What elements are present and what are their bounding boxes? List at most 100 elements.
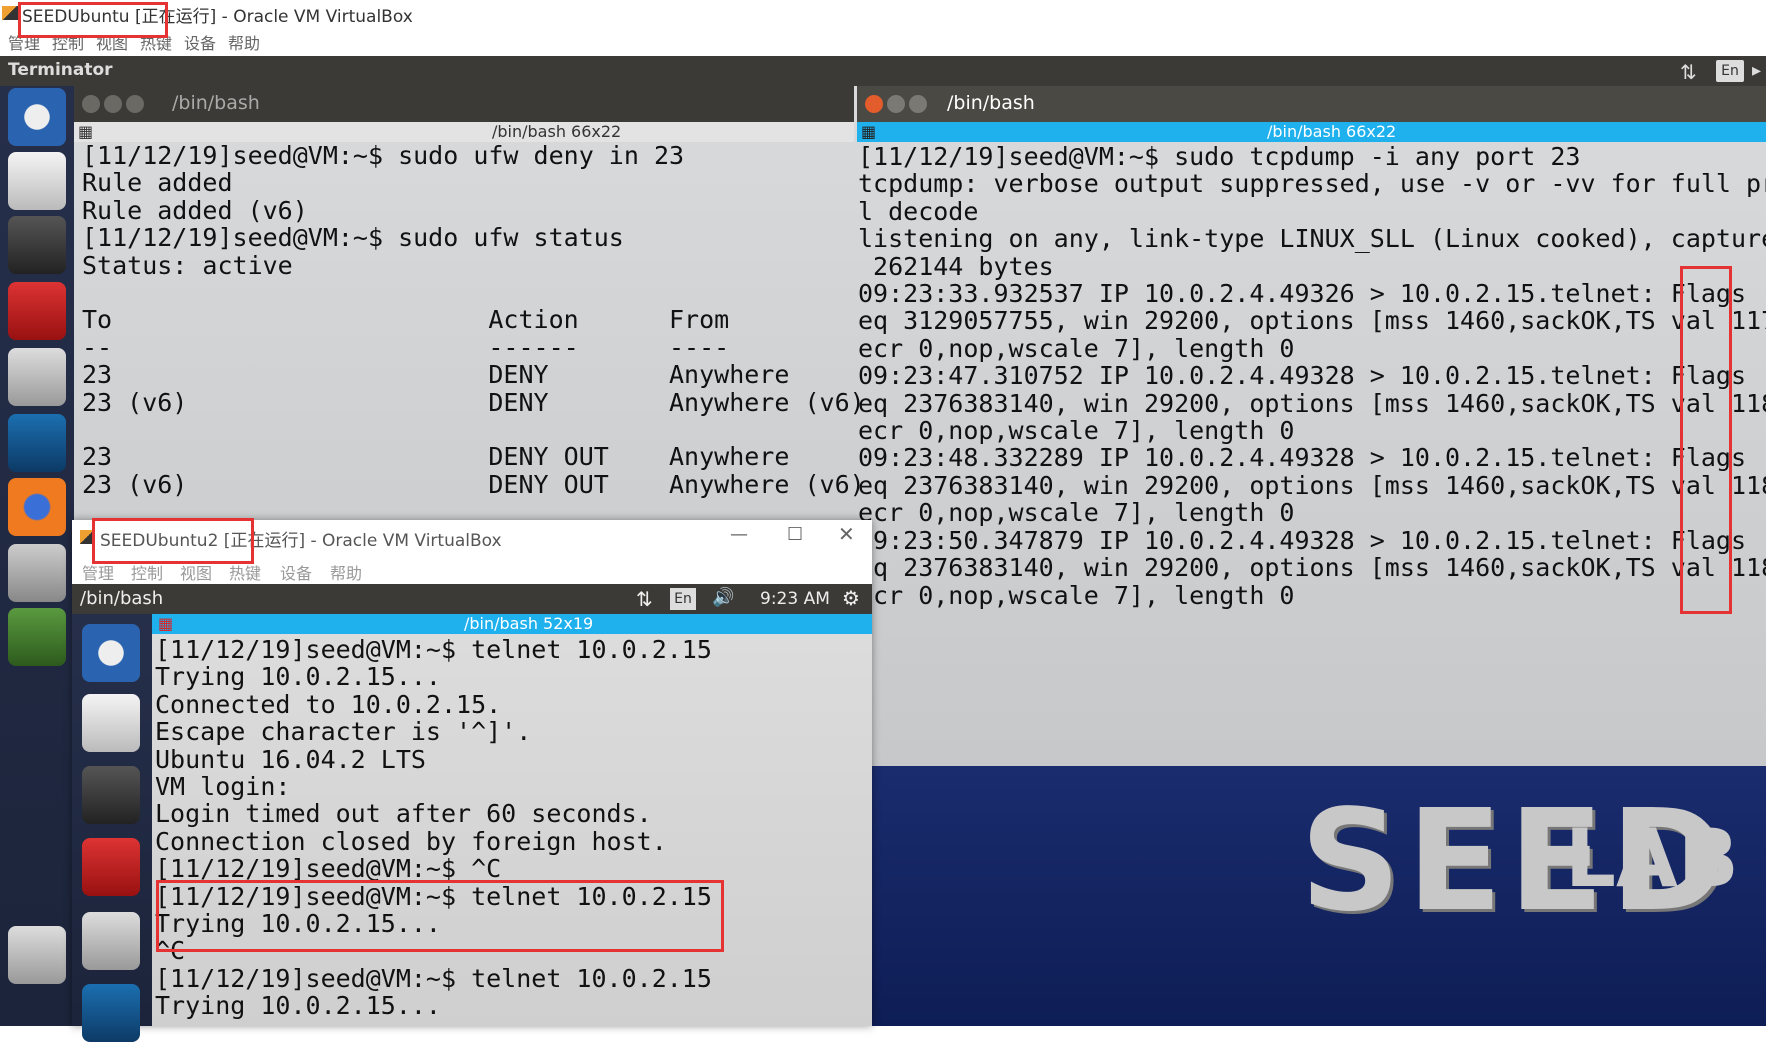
- clock[interactable]: 9:23 AM: [760, 589, 830, 609]
- text-editor-icon[interactable]: [82, 694, 140, 752]
- terminal-line: [11/12/19]seed@VM:~$ sudo tcpdump -i any…: [858, 142, 1581, 171]
- keyboard-layout-indicator[interactable]: En: [670, 588, 696, 610]
- terminal-line: ecr 0,nop,wscale 7], length 0: [858, 580, 1295, 610]
- unity-launcher: [0, 86, 74, 1026]
- gear-icon[interactable]: ⚙: [842, 586, 860, 610]
- left-terminal-tab-label: /bin/bash 66x22: [492, 122, 622, 141]
- terminal-line: tcpdump: verbose output suppressed, use …: [858, 169, 1766, 199]
- terminal-line: [11/12/19]seed@VM:~$ sudo ufw deny in 23: [82, 141, 685, 170]
- vm2-terminal-output[interactable]: [11/12/19]seed@VM:~$ telnet 10.0.2.15 Try…: [155, 636, 712, 1020]
- volume-icon[interactable]: 🔊: [712, 587, 734, 608]
- terminal-line: Trying 10.0.2.15...: [155, 991, 441, 1021]
- terminal-line: listening on any, link-type LINUX_SLL (L…: [858, 224, 1766, 254]
- close-icon[interactable]: [82, 95, 100, 113]
- trash-icon[interactable]: [8, 926, 66, 984]
- menu-devices[interactable]: 设备: [280, 560, 312, 584]
- terminal-line: [11/12/19]seed@VM:~$ telnet 10.0.2.15: [155, 635, 712, 664]
- left-terminal-title: /bin/bash: [172, 92, 260, 114]
- terminal-line: ecr 0,nop,wscale 7], length 0: [858, 333, 1295, 363]
- overflow-icon[interactable]: ▸: [1752, 60, 1761, 81]
- sublime-text-icon[interactable]: [8, 216, 66, 274]
- vm2-launcher: [72, 614, 152, 1042]
- right-terminal-tab[interactable]: ▦ /bin/bash 66x22: [857, 122, 1766, 142]
- terminal-line: ecr 0,nop,wscale 7], length 0: [858, 498, 1295, 528]
- terminal-line: -- ------ ----: [82, 332, 730, 362]
- sublime-text-icon[interactable]: [82, 766, 140, 824]
- ubuntu-dash-icon[interactable]: [8, 88, 66, 146]
- vm2-active-title: /bin/bash: [80, 588, 164, 609]
- terminal-line: Connected to 10.0.2.15.: [155, 689, 502, 719]
- ubuntu-dash-icon[interactable]: [82, 624, 140, 682]
- terminal-line: Status: active: [82, 250, 293, 280]
- terminal-line: Login timed out after 60 seconds.: [155, 799, 652, 829]
- ubuntu-top-panel: Terminator ⇅ En ▸: [0, 56, 1766, 86]
- network-updown-icon[interactable]: ⇅: [1680, 60, 1697, 84]
- menu-help[interactable]: 帮助: [330, 560, 362, 584]
- annotation-box: [1680, 266, 1732, 614]
- terminal-line: [11/12/19]seed@VM:~$ telnet 10.0.2.15: [155, 963, 712, 993]
- menu-devices[interactable]: 设备: [184, 30, 216, 54]
- terminal-grid-icon: ▦: [158, 614, 174, 633]
- minimize-icon[interactable]: [104, 95, 122, 113]
- vm2-top-panel: /bin/bash ⇅ En 🔊 9:23 AM ⚙: [72, 584, 872, 614]
- terminal-line: To Action From: [82, 305, 730, 335]
- minimize-icon[interactable]: —: [730, 524, 748, 545]
- terminal-grid-icon: ▦: [78, 122, 94, 141]
- terminal-line: Escape character is '^]'.: [155, 717, 532, 747]
- terminal-line: l decode: [858, 196, 979, 226]
- firefox-icon[interactable]: [8, 478, 66, 536]
- vm2-terminal-tab-label: /bin/bash 52x19: [464, 614, 594, 633]
- terminal-line: 09:23:48.332289 IP 10.0.2.4.49328 > 10.0…: [858, 443, 1766, 473]
- terminal-line: [11/12/19]seed@VM:~$ ^C: [155, 854, 502, 884]
- terminal-line: 262144 bytes: [858, 251, 1054, 281]
- maximize-icon[interactable]: [909, 95, 927, 113]
- vm2-terminal-tab[interactable]: ▦ /bin/bash 52x19: [152, 614, 872, 634]
- terminal-line: eq 3129057755, win 29200, options [mss 1…: [858, 306, 1766, 336]
- wireshark-icon[interactable]: [82, 984, 140, 1042]
- terminal-line: eq 2376383140, win 29200, options [mss 1…: [858, 553, 1766, 583]
- terminator-icon[interactable]: [8, 282, 66, 340]
- left-terminal-titlebar: /bin/bash: [74, 86, 854, 122]
- terminal-line: eq 2376383140, win 29200, options [mss 1…: [858, 470, 1766, 500]
- keyboard-layout-indicator[interactable]: En: [1716, 60, 1744, 82]
- host-menu-bar: 管理 控制 视图 热键 设备 帮助: [0, 26, 1766, 56]
- terminal-line: [11/12/19]seed@VM:~$ sudo ufw status: [82, 223, 624, 253]
- right-terminal-title: /bin/bash: [947, 92, 1035, 114]
- maximize-icon[interactable]: ☐: [787, 524, 803, 545]
- terminal-line: Trying 10.0.2.15...: [155, 662, 441, 692]
- text-editor-icon[interactable]: [8, 152, 66, 210]
- files-icon[interactable]: [82, 912, 140, 970]
- terminal-line: 09:23:47.310752 IP 10.0.2.4.49328 > 10.0…: [858, 361, 1766, 391]
- seedlab-logo-subtext: LAB: [1565, 812, 1739, 905]
- virtualbox-icon: [2, 6, 18, 20]
- terminator-icon[interactable]: [82, 838, 140, 896]
- network-updown-icon[interactable]: ⇅: [636, 587, 653, 611]
- maximize-icon[interactable]: [126, 95, 144, 113]
- wireshark-icon[interactable]: [8, 414, 66, 472]
- terminal-line: Ubuntu 16.04.2 LTS: [155, 744, 426, 774]
- terminal-grid-icon: ▦: [861, 122, 877, 141]
- terminal-line: 23 (v6) DENY Anywhere (v6): [82, 387, 865, 417]
- software-updater-icon[interactable]: [8, 608, 66, 666]
- left-terminal-output[interactable]: [11/12/19]seed@VM:~$ sudo ufw deny in 23…: [82, 141, 865, 499]
- left-terminal-tab[interactable]: ▦ /bin/bash 66x22: [74, 122, 854, 142]
- terminal-line: ecr 0,nop,wscale 7], length 0: [858, 416, 1295, 446]
- files-icon[interactable]: [8, 348, 66, 406]
- annotation-box: [92, 518, 254, 564]
- terminal-line: VM login:: [155, 772, 291, 802]
- close-icon[interactable]: [865, 95, 883, 113]
- terminal-line: 23 DENY Anywhere: [82, 360, 790, 390]
- minimize-icon[interactable]: [887, 95, 905, 113]
- terminal-line: 23 DENY OUT Anywhere: [82, 442, 790, 472]
- host-title-bar: SEEDUbuntu [正在运行] - Oracle VM VirtualBox: [0, 0, 1766, 27]
- close-icon[interactable]: ✕: [838, 522, 855, 546]
- terminal-line: Rule added (v6): [82, 195, 308, 225]
- settings-icon[interactable]: [8, 544, 66, 602]
- terminal-line: eq 2376383140, win 29200, options [mss 1…: [858, 388, 1766, 418]
- menu-help[interactable]: 帮助: [228, 30, 260, 54]
- right-terminal-output[interactable]: [11/12/19]seed@VM:~$ sudo tcpdump -i any…: [858, 143, 1766, 609]
- right-terminal-titlebar: /bin/bash: [857, 86, 1766, 122]
- terminal-line: Rule added: [82, 168, 233, 198]
